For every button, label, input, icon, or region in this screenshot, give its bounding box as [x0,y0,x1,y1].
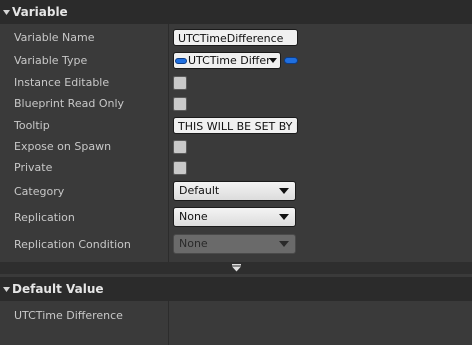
variable-rows: Variable Name UTCTimeDifference Variable… [0,24,472,262]
default-value-section-header[interactable]: Default Value [0,277,472,301]
private-checkbox[interactable] [173,161,187,175]
variable-name-label: Variable Name [14,31,95,44]
variable-section-header[interactable]: Variable [0,0,472,24]
row-expose-on-spawn: Expose on Spawn [0,136,472,157]
instance-editable-label: Instance Editable [14,76,110,89]
replication-value: None [179,210,208,223]
row-instance-editable: Instance Editable [0,72,472,93]
expose-on-spawn-checkbox[interactable] [173,140,187,154]
blueprint-read-only-label: Blueprint Read Only [14,97,125,110]
chevron-down-icon [279,188,289,194]
tooltip-input[interactable]: THIS WILL BE SET BY F [173,117,298,134]
row-blueprint-read-only: Blueprint Read Only [0,93,472,114]
chevron-down-icon [279,241,289,247]
replication-condition-label: Replication Condition [14,238,131,251]
replication-combo[interactable]: None [173,207,296,227]
row-replication-condition: Replication Condition None [0,234,472,255]
default-value-rows: UTCTime Difference [0,301,472,345]
section-title: Default Value [12,282,104,296]
expand-advanced-icon [231,264,241,272]
row-variable-type: Variable Type UTCTime Differ [0,50,472,71]
category-combo[interactable]: Default [173,181,296,201]
container-type-icon[interactable] [284,57,298,64]
blueprint-read-only-checkbox[interactable] [173,97,187,111]
row-replication: Replication None [0,207,472,228]
type-pill-icon [175,58,187,64]
variable-type-picker[interactable]: UTCTime Differ [173,52,281,69]
replication-condition-combo: None [173,234,296,254]
collapse-arrow-icon[interactable] [0,283,12,295]
instance-editable-checkbox[interactable] [173,76,187,90]
chevron-down-icon [279,214,289,220]
variable-name-input[interactable]: UTCTimeDifference [173,29,298,46]
row-category: Category Default [0,181,472,202]
expose-on-spawn-label: Expose on Spawn [14,140,112,153]
replication-label: Replication [14,211,75,224]
private-label: Private [14,161,53,174]
tooltip-label: Tooltip [14,119,50,132]
category-value: Default [179,184,220,197]
replication-condition-value: None [179,237,208,250]
collapse-arrow-icon[interactable] [0,6,12,18]
chevron-down-icon [269,58,277,63]
advanced-expand-bar[interactable] [0,262,472,274]
row-utc-time-difference: UTCTime Difference [0,305,472,326]
details-panel: Variable Variable Name UTCTimeDifference… [0,0,472,345]
row-tooltip: Tooltip THIS WILL BE SET BY F [0,115,472,136]
variable-type-label: Variable Type [14,54,88,67]
category-label: Category [14,185,65,198]
section-title: Variable [12,5,68,19]
utc-time-difference-label: UTCTime Difference [14,309,123,322]
variable-type-value: UTCTime Differ [188,54,271,67]
row-private: Private [0,157,472,178]
row-variable-name: Variable Name UTCTimeDifference [0,27,472,48]
